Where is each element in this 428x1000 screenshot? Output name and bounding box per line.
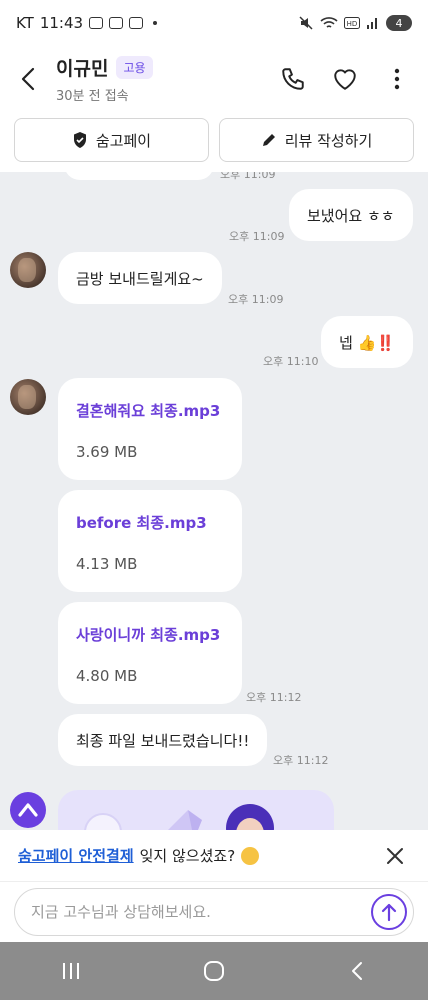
user-name: 이규민 xyxy=(56,58,109,80)
app-icon xyxy=(129,17,144,29)
soomgo-pay-button[interactable]: 숨고페이 xyxy=(14,118,209,162)
file-size: 4.80 MB xyxy=(76,667,138,685)
message-time: 오후 11:12 xyxy=(246,691,302,704)
wink-emoji-icon xyxy=(241,846,260,865)
shield-check-icon xyxy=(73,132,86,148)
sent-message-bubble: 보냈어요 ㅎㅎ xyxy=(289,189,413,241)
recent-apps-button[interactable] xyxy=(41,951,101,991)
name-row: 이규민 고용 xyxy=(56,54,153,81)
arrow-up-icon xyxy=(381,903,397,922)
message-input[interactable] xyxy=(31,903,371,921)
clock: 11:43 xyxy=(39,14,84,32)
file-size: 3.69 MB xyxy=(76,443,138,461)
file-size: 4.13 MB xyxy=(76,555,138,573)
status-bar: KT 11:43 HD 4 xyxy=(0,0,428,46)
notice-text: 잊지 않으셨죠? xyxy=(139,847,236,865)
received-message-bubble: 최종 파일 보내드렸습니다!! xyxy=(58,714,268,766)
avatar[interactable] xyxy=(10,379,46,415)
pencil-icon xyxy=(262,134,275,146)
safe-payment-link[interactable]: 숨고페이 안전결제 xyxy=(18,845,134,866)
home-button[interactable] xyxy=(184,951,244,991)
header-actions xyxy=(276,62,428,96)
safe-payment-notice: 숨고페이 안전결제 잊지 않으셨죠? xyxy=(0,830,428,882)
header-info: 이규민 고용 30분 전 접속 xyxy=(56,54,153,104)
carrier: KT xyxy=(16,14,34,32)
message-time: 오후 11:12 xyxy=(273,754,329,767)
message-input-box xyxy=(14,888,414,936)
talk-icon xyxy=(89,17,104,29)
promo-card[interactable] xyxy=(58,790,334,830)
signal-icon xyxy=(367,18,377,29)
message-text: 최종 파일 보내드렸습니다!! xyxy=(76,731,250,750)
file-name[interactable]: 사랑이니까 최종.mp3 xyxy=(76,624,224,645)
file-name[interactable]: 결혼해줘요 최종.mp3 xyxy=(76,400,224,421)
heart-icon xyxy=(334,69,356,90)
home-icon xyxy=(203,961,224,981)
back-button[interactable] xyxy=(0,46,56,112)
favorite-button[interactable] xyxy=(328,62,362,96)
hire-badge: 고용 xyxy=(116,56,153,79)
partial-message-bubble xyxy=(64,172,214,180)
more-vertical-icon xyxy=(394,68,400,90)
write-review-button[interactable]: 리뷰 작성하기 xyxy=(219,118,414,162)
write-review-label: 리뷰 작성하기 xyxy=(284,131,373,150)
file-name[interactable]: before 최종.mp3 xyxy=(76,512,224,533)
input-area xyxy=(0,882,428,942)
message-text: 금방 보내드릴게요~ xyxy=(76,269,204,288)
battery-indicator: 4 xyxy=(386,15,412,31)
more-notifications-icon xyxy=(153,21,158,25)
soomgo-logo-icon xyxy=(18,803,38,817)
svg-text:HD: HD xyxy=(347,20,358,28)
more-button[interactable] xyxy=(380,62,414,96)
message-text: 보냈어요 ㅎㅎ xyxy=(307,206,395,225)
avatar[interactable] xyxy=(10,252,46,288)
file-message-bubble[interactable]: before 최종.mp3 4.13 MB xyxy=(58,490,242,592)
mute-icon xyxy=(299,16,313,30)
message-time: 오후 11:09 xyxy=(229,230,285,243)
soomgo-logo-avatar xyxy=(10,792,46,828)
action-row: 숨고페이 리뷰 작성하기 xyxy=(0,118,428,170)
screenshot-icon xyxy=(109,17,124,29)
promo-illustration xyxy=(84,804,274,830)
file-message-bubble[interactable]: 결혼해줘요 최종.mp3 3.69 MB xyxy=(58,378,242,480)
back-nav-button[interactable] xyxy=(327,951,387,991)
chat-header: 이규민 고용 30분 전 접속 xyxy=(0,46,428,112)
status-left: KT 11:43 xyxy=(16,14,158,32)
hd-icon: HD xyxy=(344,17,360,29)
soomgo-pay-label: 숨고페이 xyxy=(95,131,152,150)
file-message-bubble[interactable]: 사랑이니까 최종.mp3 4.80 MB xyxy=(58,602,242,704)
phone-icon xyxy=(282,68,304,90)
message-time: 오후 11:09 xyxy=(220,172,276,181)
send-button[interactable] xyxy=(371,894,407,930)
chevron-left-icon xyxy=(21,67,35,91)
message-text: 넵 👍‼️ xyxy=(339,333,395,352)
last-seen: 30분 전 접속 xyxy=(56,89,129,104)
close-notice-button[interactable] xyxy=(380,841,410,871)
wifi-icon xyxy=(320,17,338,28)
status-right: HD 4 xyxy=(298,15,412,31)
close-icon xyxy=(387,847,403,864)
system-nav-bar xyxy=(0,942,428,1000)
message-time: 오후 11:09 xyxy=(228,293,284,306)
sent-message-bubble: 넵 👍‼️ xyxy=(321,316,413,368)
chat-area[interactable]: 오후 11:09 오후 11:09 보냈어요 ㅎㅎ 금방 보내드릴게요~ 오후 … xyxy=(0,172,428,830)
message-time: 오후 11:10 xyxy=(263,355,319,368)
chevron-left-icon xyxy=(351,962,362,980)
received-message-bubble: 금방 보내드릴게요~ xyxy=(58,252,222,304)
call-button[interactable] xyxy=(276,62,310,96)
recent-apps-icon xyxy=(63,963,80,979)
